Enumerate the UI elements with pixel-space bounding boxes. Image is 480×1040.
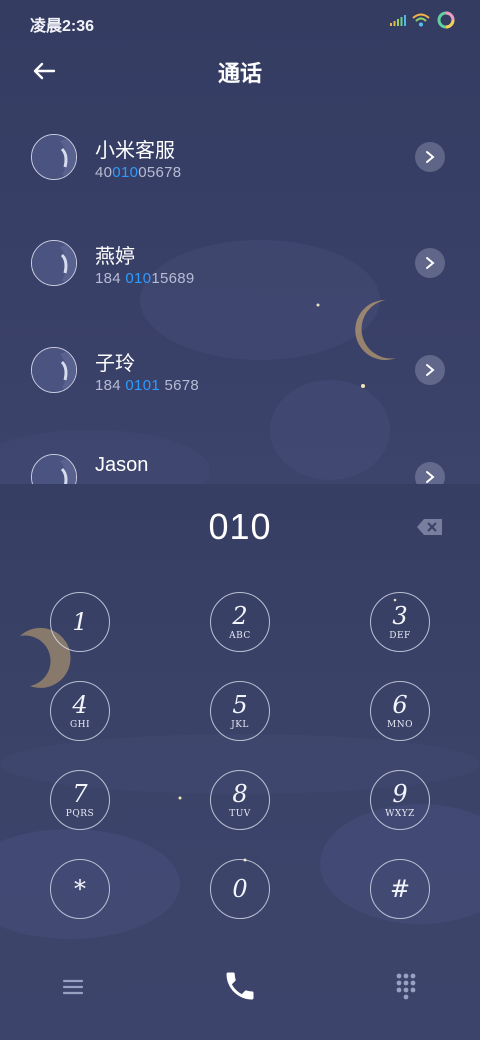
contact-row[interactable]: Jason (0, 426, 480, 486)
page-title: 通话 (217, 61, 262, 86)
signal-icon (390, 15, 406, 26)
key-star[interactable]: * (50, 859, 110, 919)
key-digit: 7 (72, 780, 88, 808)
key-digit: * (74, 875, 86, 903)
contact-name: Jason (95, 454, 149, 476)
contact-name: 子玲 (95, 353, 135, 375)
key-letters: ABC (229, 631, 251, 641)
key-letters: WXYZ (385, 809, 415, 819)
key-digit: 5 (232, 691, 248, 719)
call-icon (226, 972, 254, 1000)
key-7[interactable]: 7 PQRS (50, 770, 110, 830)
key-digit: 6 (392, 691, 408, 719)
contact-detail-button[interactable] (415, 248, 445, 278)
contact-number: 184 0101 5678 (95, 377, 200, 394)
key-digit: 0 (232, 875, 248, 903)
avatar (31, 454, 77, 486)
chevron-right-icon (426, 364, 435, 376)
status-bar: 凌晨2:36 (0, 0, 480, 44)
key-4[interactable]: 4 GHI (50, 681, 110, 741)
contact-name: 小米客服 (95, 140, 175, 162)
key-2[interactable]: 2 ABC (210, 592, 270, 652)
key-letters: JKL (231, 720, 249, 730)
dialpad-icon (396, 973, 416, 1000)
key-8[interactable]: 8 TUV (210, 770, 270, 830)
key-digit: 8 (232, 780, 248, 808)
key-9[interactable]: 9 WXYZ (370, 770, 430, 830)
key-0[interactable]: 0 (210, 859, 270, 919)
key-digit: # (389, 875, 411, 903)
key-digit: 4 (72, 691, 88, 719)
delete-button[interactable] (416, 517, 444, 537)
contact-detail-button[interactable] (415, 355, 445, 385)
key-digit: 3 (392, 602, 408, 630)
contact-row[interactable]: 小米客服 4001005678 (0, 106, 480, 206)
contact-row[interactable]: 子玲 184 0101 5678 (0, 319, 480, 419)
contact-number: 184 01015689 (95, 270, 195, 287)
key-letters: GHI (69, 720, 91, 730)
key-hash[interactable]: # (370, 859, 430, 919)
chevron-right-icon (426, 257, 435, 269)
key-letters: DEF (389, 631, 411, 641)
chevron-right-icon (426, 471, 435, 483)
contact-number: 4001005678 (95, 164, 182, 181)
contact-name: 燕婷 (95, 246, 135, 268)
dialed-number: 010 (208, 506, 272, 547)
header: 通话 (0, 48, 480, 92)
menu-icon (62, 979, 84, 995)
key-letters: MNO (387, 720, 413, 730)
avatar (31, 240, 77, 286)
contact-list: 小米客服 4001005678 燕婷 184 01015689 子玲 184 0… (0, 106, 480, 486)
status-time: 凌晨2:36 (30, 18, 95, 35)
status-icons (390, 10, 456, 30)
key-3[interactable]: 3 DEF (370, 592, 430, 652)
avatar (31, 347, 77, 393)
key-digit: 1 (72, 608, 88, 636)
contact-detail-button[interactable] (415, 462, 445, 486)
key-digit: 9 (392, 780, 408, 808)
status-ring-icon (437, 11, 455, 29)
backspace-icon (417, 519, 442, 535)
key-letters: TUV (229, 809, 251, 819)
key-digit: 2 (232, 602, 248, 630)
key-letters: PQRS (65, 809, 95, 819)
avatar (31, 134, 77, 180)
bottom-bar (0, 950, 480, 1040)
menu-button[interactable] (60, 974, 86, 1000)
key-1[interactable]: 1 (50, 592, 110, 652)
call-button[interactable] (222, 968, 258, 1004)
wifi-icon (412, 13, 430, 27)
contact-detail-button[interactable] (415, 142, 445, 172)
key-6[interactable]: 6 MNO (370, 681, 430, 741)
contact-row[interactable]: 燕婷 184 01015689 (0, 212, 480, 312)
dialpad-toggle-button[interactable] (393, 972, 419, 1000)
key-5[interactable]: 5 JKL (210, 681, 270, 741)
chevron-right-icon (426, 151, 435, 163)
